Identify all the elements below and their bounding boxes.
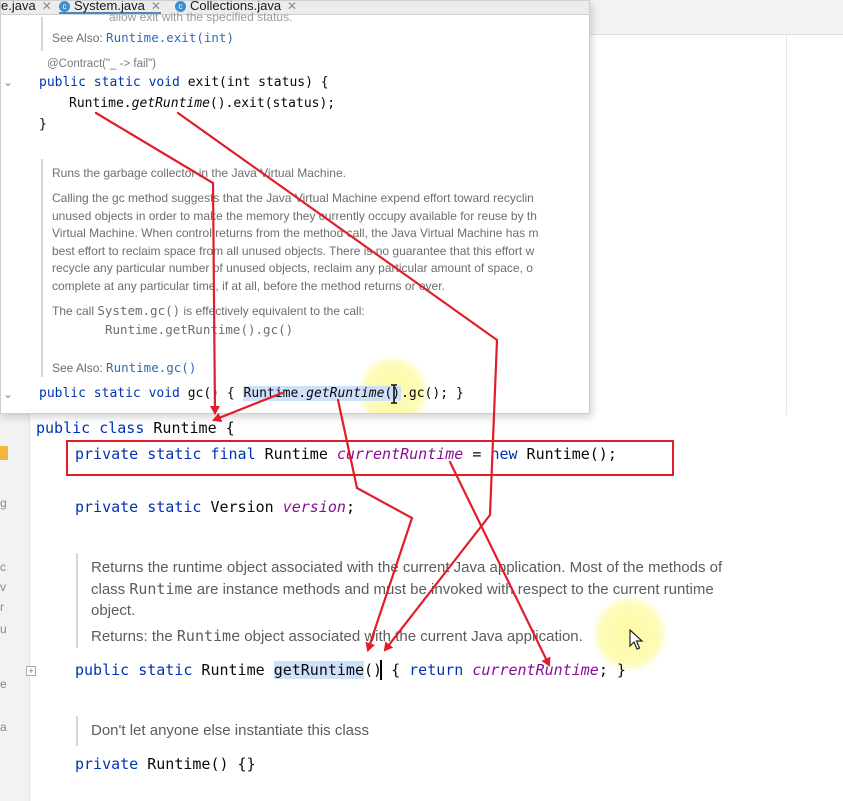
field-version[interactable]: private static Version version;	[75, 497, 355, 517]
selected-expression[interactable]: Runtime.getRuntime()	[242, 386, 402, 401]
text-cursor-icon	[391, 384, 397, 404]
gc-call-line: The call System.gc() is effectively equi…	[52, 303, 365, 318]
text-caret	[380, 660, 382, 680]
quick-definition-popup[interactable]: e.java ✕ c System.java ✕ c Collections.java ✕…	[0, 0, 590, 414]
doc-line: Returns the runtime object associated wi…	[91, 559, 723, 576]
editor-tab-bar: e.java ✕ c System.java ✕ c Collections.java ✕	[1, 1, 589, 15]
gutter-glyph: r	[0, 600, 4, 614]
editor-top-band	[590, 0, 843, 35]
doc-line: allow exit with the specified status.	[109, 10, 293, 24]
gc-para-line: Virtual Machine. When control returns fr…	[52, 226, 539, 240]
close-icon[interactable]: ✕	[42, 1, 52, 13]
java-class-icon: c	[59, 1, 70, 12]
gutter-glyph: u	[0, 622, 7, 636]
gc-para-line: Calling the gc method suggests that the …	[52, 191, 534, 205]
mouse-pointer-icon	[629, 629, 644, 650]
see-also-exit: See Also: Runtime.exit(int)	[52, 30, 234, 45]
class-declaration[interactable]: public class Runtime {	[36, 418, 235, 438]
contract-annotation: @Contract("_ -> fail")	[47, 58, 156, 70]
gutter-glyph: c	[0, 560, 6, 574]
doc-comment-bar	[76, 716, 78, 746]
doc-line: object.	[91, 602, 136, 619]
gutter-glyph: g	[0, 496, 7, 510]
gutter-glyph: ⌄	[3, 75, 14, 89]
method-gc[interactable]: public static void gc() { Runtime.getRun…	[39, 385, 464, 403]
method-get-runtime[interactable]: public static Runtime getRuntime() { ret…	[75, 660, 626, 680]
gutter-glyph: v	[0, 580, 6, 594]
see-also-gc: See Also: Runtime.gc()	[52, 360, 197, 375]
fold-toggle-icon[interactable]: +	[26, 666, 36, 676]
doc-comment-bar	[76, 553, 78, 648]
constructor[interactable]: private Runtime() {}	[75, 754, 256, 774]
doc-comment-bar	[41, 17, 43, 51]
bookmark-icon[interactable]	[0, 446, 8, 460]
gc-para-line: best effort to reclaim space from all un…	[52, 243, 535, 258]
link-runtime-gc[interactable]: Runtime.gc()	[106, 360, 196, 375]
right-margin-guide	[786, 35, 787, 415]
gc-para-line: complete at any particular time, if at a…	[52, 278, 445, 293]
exit-body[interactable]: Runtime.getRuntime().exit(status);	[69, 95, 335, 113]
gc-summary: Runs the garbage collector in the Java V…	[52, 166, 346, 180]
gc-para-line: unused objects in order to make the memo…	[52, 208, 537, 223]
link-runtime-exit[interactable]: Runtime.exit(int)	[106, 30, 234, 45]
annotation-box	[66, 440, 674, 476]
doc-comment-bar	[41, 159, 43, 377]
gutter-glyph: ⌄	[3, 387, 14, 401]
gc-call-equiv: Runtime.getRuntime().gc()	[105, 322, 294, 337]
gc-para-line: recycle any particular number of unused …	[52, 261, 533, 275]
gutter-glyph: e	[0, 677, 7, 691]
method-exit[interactable]: public static void exit(int status) {	[39, 74, 329, 92]
tab-e-java[interactable]: e.java ✕	[1, 1, 52, 14]
doc-returns: Returns: the Runtime object associated w…	[91, 627, 583, 645]
doc-line: Don't let anyone else instantiate this c…	[91, 722, 370, 739]
closing-brace: }	[39, 117, 47, 132]
gutter-glyph: a	[0, 720, 7, 734]
